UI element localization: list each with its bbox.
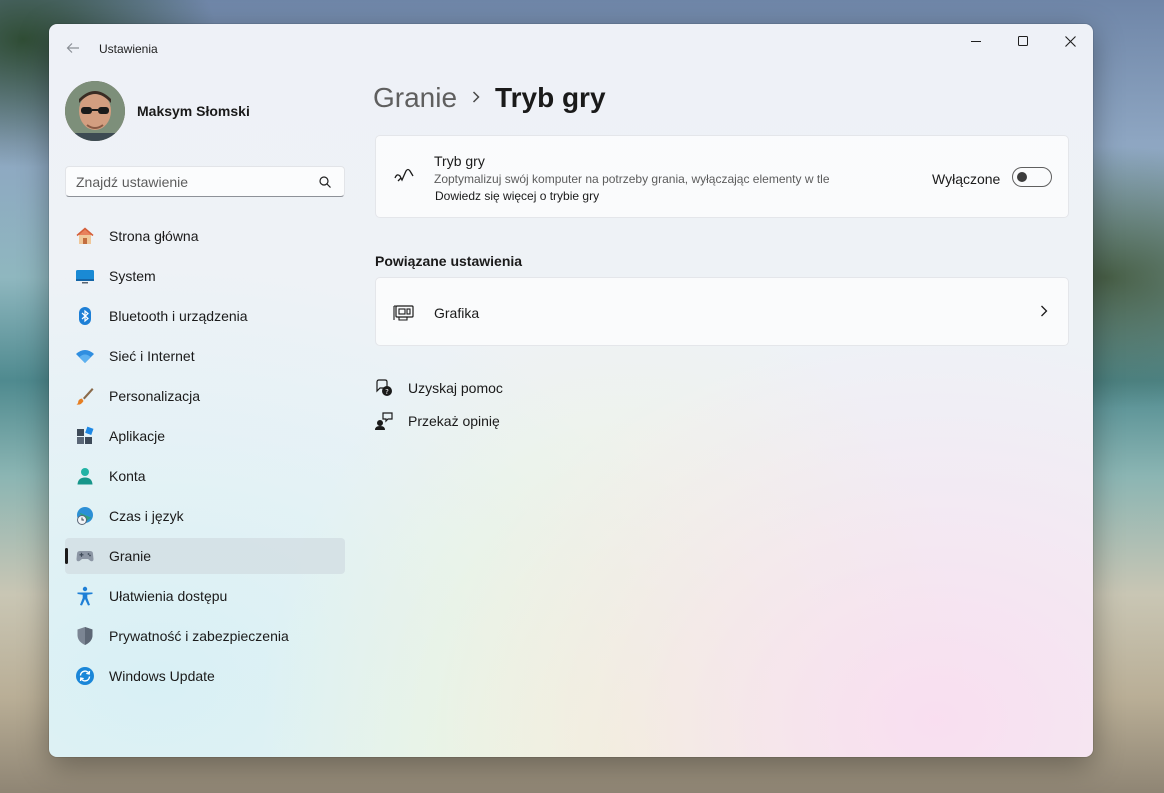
avatar: [65, 81, 125, 141]
search-input[interactable]: [66, 167, 306, 196]
svg-text:?: ?: [385, 388, 389, 396]
game-mode-description: Zoptymalizuj swój komputer na potrzeby g…: [434, 172, 830, 186]
graphics-label: Grafika: [434, 305, 480, 321]
sidebar-item-label: Konta: [109, 468, 146, 484]
sidebar-item-network[interactable]: Sieć i Internet: [65, 338, 345, 374]
avatar-photo-icon: [65, 81, 125, 141]
sidebar-item-label: Ułatwienia dostępu: [109, 588, 228, 604]
sidebar-item-accounts[interactable]: Konta: [65, 458, 345, 494]
page-title: Tryb gry: [495, 82, 606, 113]
monitor-icon: [75, 266, 95, 286]
home-icon: [75, 226, 95, 246]
sidebar-item-accessibility[interactable]: Ułatwienia dostępu: [65, 578, 345, 614]
search-icon: [319, 176, 331, 188]
sidebar-item-apps[interactable]: Aplikacje: [65, 418, 345, 454]
close-button[interactable]: [1047, 25, 1093, 57]
sidebar-item-system[interactable]: System: [65, 258, 345, 294]
get-help-link[interactable]: ? Uzyskaj pomoc: [375, 379, 503, 397]
accessibility-icon: [75, 586, 95, 606]
user-name: Maksym Słomski: [137, 103, 250, 119]
sidebar-item-personalization[interactable]: Personalizacja: [65, 378, 345, 414]
update-icon: [75, 666, 95, 686]
wifi-icon: [75, 346, 95, 366]
sidebar-item-label: Windows Update: [109, 668, 215, 684]
graphics-card-icon: [392, 300, 416, 324]
sidebar-item-label: Prywatność i zabezpieczenia: [109, 628, 289, 644]
sidebar-item-label: Bluetooth i urządzenia: [109, 308, 248, 324]
bluetooth-icon: [75, 306, 95, 326]
sidebar-item-privacy[interactable]: Prywatność i zabezpieczenia: [65, 618, 345, 654]
person-icon: [75, 466, 95, 486]
sidebar-item-label: Granie: [109, 548, 152, 564]
minimize-icon: [971, 41, 981, 42]
title-bar: Ustawienia: [49, 24, 1093, 72]
chevron-right-icon: [1041, 305, 1048, 317]
sidebar-item-bluetooth[interactable]: Bluetooth i urządzenia: [65, 298, 345, 334]
feedback-icon: [375, 412, 393, 430]
breadcrumb-separator: [471, 88, 481, 109]
sidebar-item-home[interactable]: Strona główna: [65, 218, 345, 254]
learn-more-link[interactable]: Dowiedz się więcej o trybie gry: [435, 189, 599, 203]
apps-icon: [75, 426, 95, 446]
give-feedback-label: Przekaż opinię: [408, 413, 500, 429]
close-icon: [1064, 35, 1076, 47]
sidebar-item-time-language[interactable]: Czas i język: [65, 498, 345, 534]
breadcrumb-parent[interactable]: Granie: [373, 82, 457, 114]
help-chat-icon: ?: [375, 379, 393, 397]
sidebar-nav: Strona główna System Bluetooth i urządze…: [65, 218, 345, 698]
minimize-button[interactable]: [953, 25, 999, 57]
sidebar-item-label: Sieć i Internet: [109, 348, 195, 364]
give-feedback-link[interactable]: Przekaż opinię: [375, 412, 500, 430]
graphics-settings-card[interactable]: Grafika: [375, 277, 1069, 346]
related-settings-heading: Powiązane ustawienia: [375, 253, 523, 269]
game-mode-toggle[interactable]: [1012, 167, 1052, 187]
brush-icon: [75, 386, 95, 406]
sidebar-item-windows-update[interactable]: Windows Update: [65, 658, 345, 694]
globe-clock-icon: [75, 506, 95, 526]
shield-icon: [75, 626, 95, 646]
settings-window: Ustawienia Maksym Słomski Znajdź ustawie…: [49, 24, 1093, 757]
sidebar-item-label: Czas i język: [109, 508, 184, 524]
chevron-right-icon: [473, 90, 480, 103]
maximize-icon: [1018, 36, 1028, 46]
sidebar-item-gaming[interactable]: Granie: [65, 538, 345, 574]
get-help-label: Uzyskaj pomoc: [408, 380, 503, 396]
game-mode-card: Tryb gry Zoptymalizuj swój komputer na p…: [375, 135, 1069, 218]
user-profile[interactable]: Maksym Słomski: [65, 81, 250, 141]
gamepad-icon: [75, 546, 95, 566]
back-arrow-icon: [66, 43, 79, 53]
search-box[interactable]: [65, 166, 345, 197]
sidebar-item-label: Personalizacja: [109, 388, 201, 404]
breadcrumb: Granie Tryb gry: [373, 82, 606, 114]
sidebar-item-label: System: [109, 268, 156, 284]
back-button[interactable]: [63, 38, 83, 58]
app-title: Ustawienia: [99, 42, 158, 56]
game-mode-icon: [392, 164, 416, 188]
sidebar-item-label: Strona główna: [109, 228, 199, 244]
game-mode-title: Tryb gry: [434, 153, 485, 169]
sidebar-item-label: Aplikacje: [109, 428, 166, 444]
toggle-knob: [1017, 172, 1027, 182]
toggle-state-label: Wyłączone: [932, 171, 1001, 187]
maximize-button[interactable]: [1000, 25, 1046, 57]
